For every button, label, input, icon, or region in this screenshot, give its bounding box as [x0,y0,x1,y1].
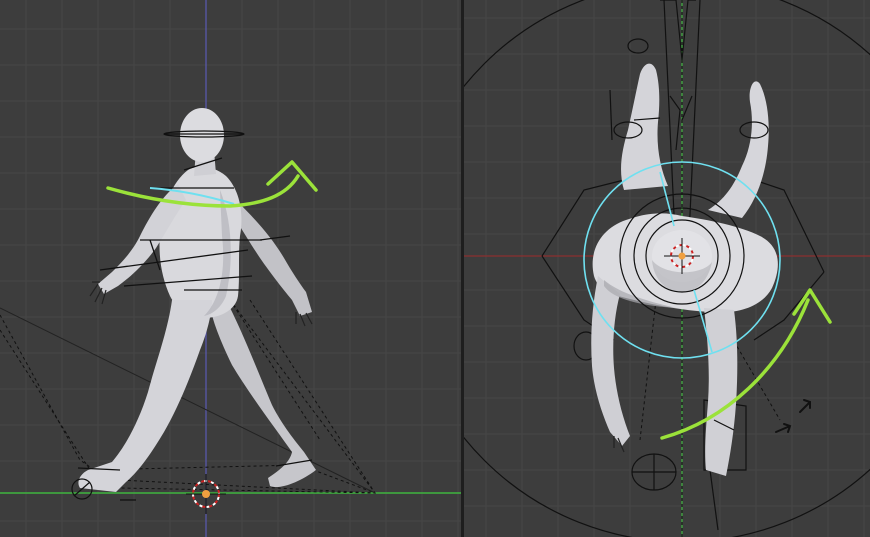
viewport-top-canvas[interactable] [464,0,870,537]
viewport-front[interactable] [0,0,461,537]
viewport-top[interactable] [464,0,870,537]
viewport-front-canvas[interactable] [0,0,461,537]
blender-editor [0,0,870,537]
